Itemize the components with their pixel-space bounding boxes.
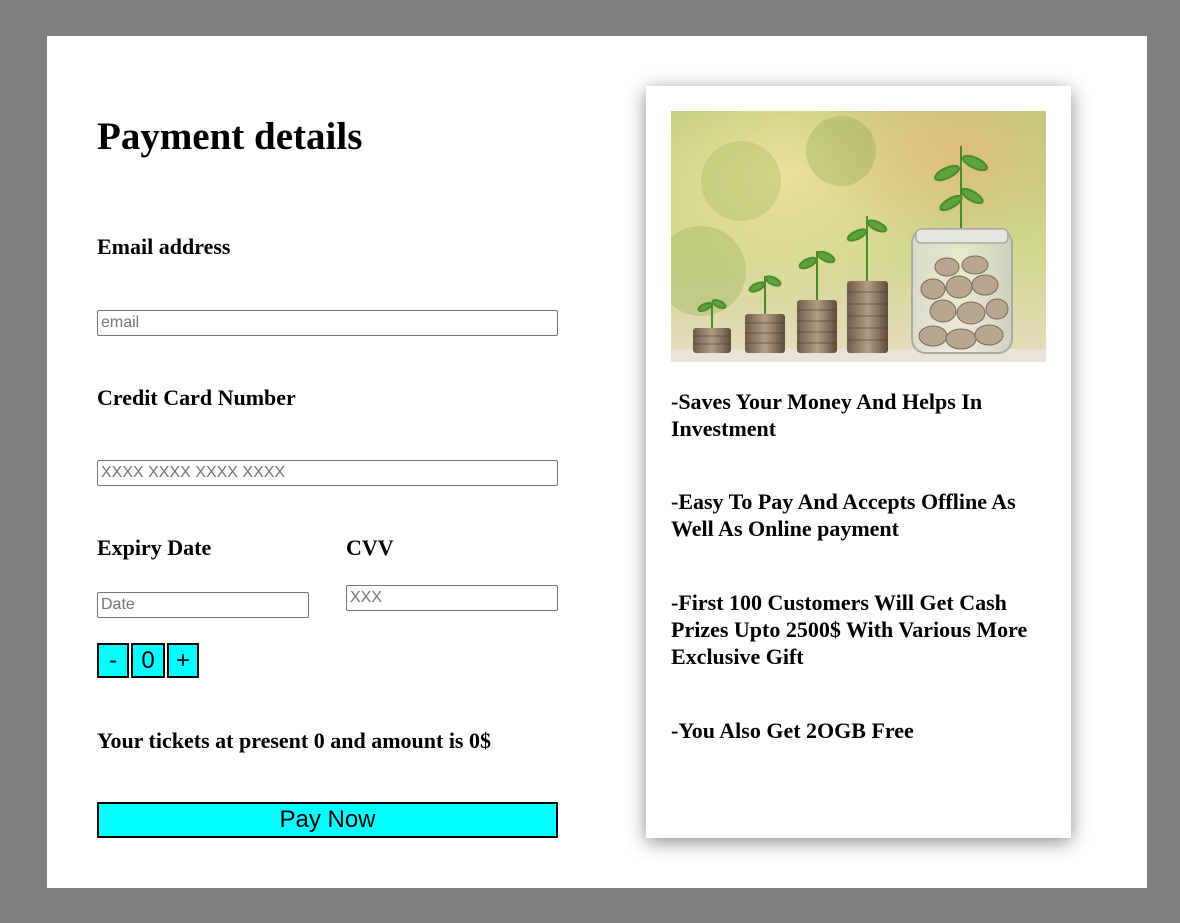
perk-item: -Easy To Pay And Accepts Offline As Well… bbox=[671, 489, 1016, 541]
perk-item: -You Also Get 2OGB Free bbox=[671, 718, 914, 743]
email-field[interactable] bbox=[97, 310, 558, 336]
ticket-summary-text: Your tickets at present 0 and amount is … bbox=[97, 728, 491, 753]
expiry-date-field[interactable] bbox=[97, 592, 309, 618]
ticket-quantity-stepper: - 0 + bbox=[97, 643, 201, 678]
decrement-button[interactable]: - bbox=[97, 643, 129, 678]
card-number-field[interactable] bbox=[97, 460, 558, 486]
pay-now-button[interactable]: Pay Now bbox=[97, 802, 558, 838]
ticket-count-value: 0 bbox=[131, 643, 165, 678]
promo-panel: -Saves Your Money And Helps In Investmen… bbox=[646, 86, 1071, 838]
increment-button[interactable]: + bbox=[167, 643, 199, 678]
coins-plant-growth-image bbox=[671, 111, 1046, 362]
expiry-label: Expiry Date bbox=[97, 535, 212, 560]
page-title: Payment details bbox=[97, 115, 363, 158]
card-number-label: Credit Card Number bbox=[97, 385, 296, 410]
cvv-label: CVV bbox=[346, 535, 394, 560]
perk-item: -First 100 Customers Will Get Cash Prize… bbox=[671, 590, 1028, 669]
cvv-field[interactable] bbox=[346, 585, 558, 611]
email-label: Email address bbox=[97, 234, 231, 259]
payment-card: Payment details Email address Credit Car… bbox=[47, 36, 1147, 888]
perk-item: -Saves Your Money And Helps In Investmen… bbox=[671, 389, 983, 441]
